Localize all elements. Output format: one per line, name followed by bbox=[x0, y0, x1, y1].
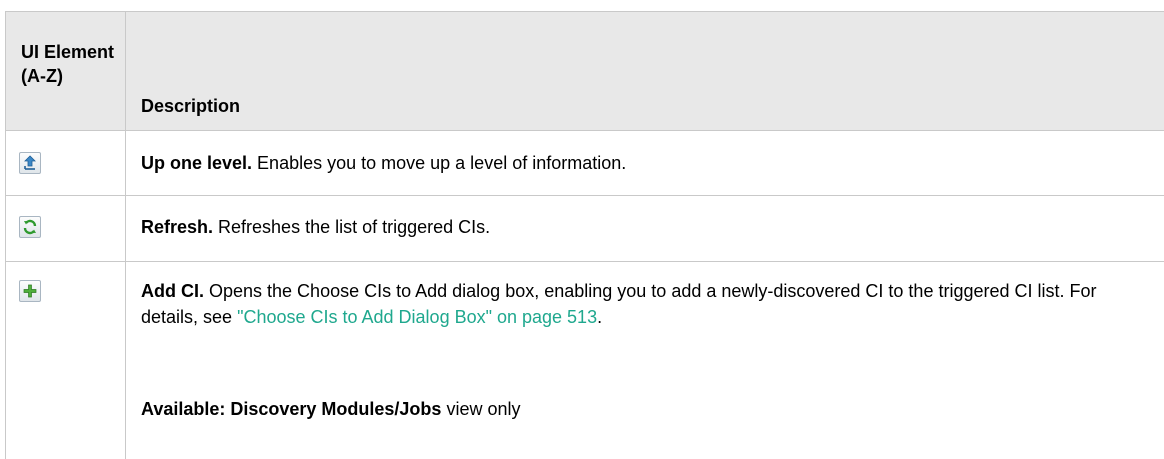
row-divider bbox=[5, 130, 1164, 131]
table-left-border bbox=[5, 11, 6, 459]
row-title: Add CI. bbox=[141, 281, 204, 301]
header-ui-element: UI Element (A-Z) bbox=[21, 42, 115, 86]
header-description: Description bbox=[141, 96, 241, 116]
row-text-after: . bbox=[597, 307, 603, 327]
row-text: Enables you to move up a level of inform… bbox=[252, 153, 627, 173]
row-description: Up one level. Enables you to move up a l… bbox=[141, 150, 1151, 176]
availability-text: view only bbox=[441, 399, 521, 419]
up-one-level-icon[interactable] bbox=[19, 152, 41, 174]
add-ci-icon[interactable] bbox=[19, 280, 41, 302]
row-title: Refresh. bbox=[141, 217, 214, 237]
availability-label: Available: Discovery Modules/Jobs bbox=[141, 399, 442, 419]
row-title: Up one level. bbox=[141, 153, 253, 173]
refresh-icon[interactable] bbox=[19, 216, 41, 238]
table-top-border bbox=[5, 11, 1164, 12]
row-description: Add CI. Opens the Choose CIs to Add dial… bbox=[141, 278, 1151, 330]
row-divider bbox=[5, 261, 1164, 262]
column-divider bbox=[125, 11, 126, 459]
availability-note: Available: Discovery Modules/Jobs view o… bbox=[141, 396, 1151, 422]
choose-cis-link[interactable]: "Choose CIs to Add Dialog Box" on page 5… bbox=[237, 307, 597, 327]
row-description: Refresh. Refreshes the list of triggered… bbox=[141, 214, 1151, 240]
row-divider bbox=[5, 195, 1164, 196]
row-text: Refreshes the list of triggered CIs. bbox=[213, 217, 491, 237]
